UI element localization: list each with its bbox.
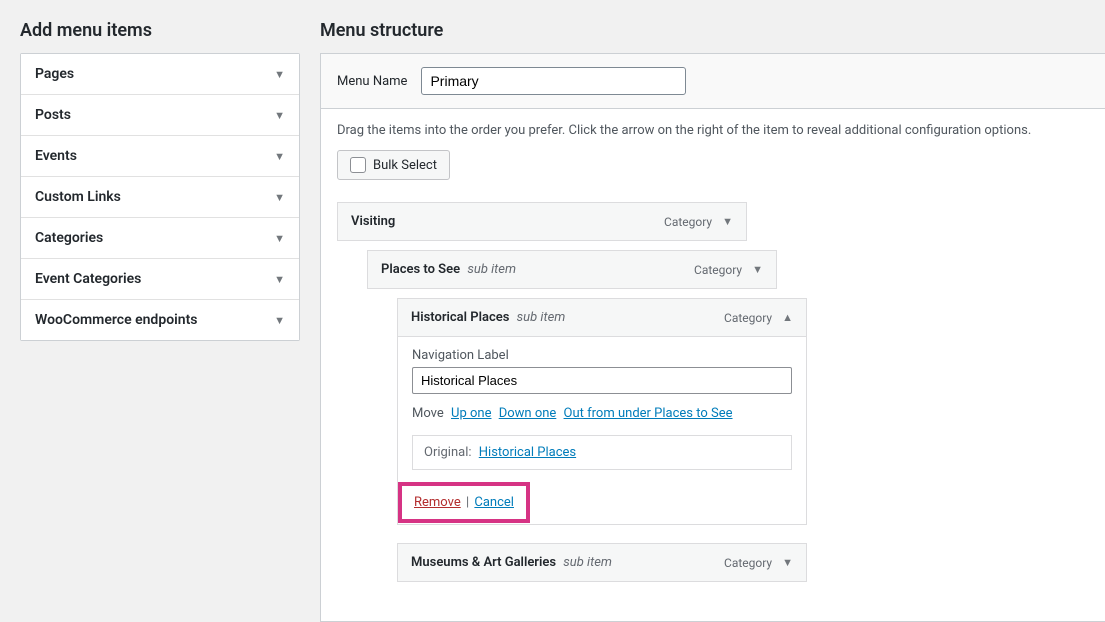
- separator: |: [466, 495, 469, 510]
- panel-label: Posts: [35, 107, 71, 123]
- chevron-down-icon: ▼: [274, 273, 285, 286]
- panel-label: Event Categories: [35, 271, 141, 287]
- menu-item-type: Category: [724, 311, 772, 325]
- menu-item-title: Historical Places: [411, 310, 509, 325]
- chevron-down-icon: ▼: [274, 314, 285, 327]
- chevron-up-icon[interactable]: ▲: [782, 311, 793, 324]
- original-link[interactable]: Historical Places: [479, 445, 576, 460]
- menu-item-museums-galleries[interactable]: Museums & Art Galleries sub item Categor…: [397, 543, 807, 582]
- chevron-down-icon[interactable]: ▼: [722, 215, 733, 228]
- panel-event-categories[interactable]: Event Categories ▼: [21, 259, 299, 299]
- panel-custom-links[interactable]: Custom Links ▼: [21, 177, 299, 217]
- sub-item-tag: sub item: [563, 555, 612, 570]
- menu-item-historical-places[interactable]: Historical Places sub item Category ▲: [397, 298, 807, 337]
- original-box: Original: Historical Places: [412, 435, 792, 470]
- menu-name-input[interactable]: [421, 67, 686, 95]
- chevron-down-icon[interactable]: ▼: [782, 556, 793, 569]
- sub-item-tag: sub item: [467, 262, 516, 277]
- menu-item-title: Visiting: [351, 214, 395, 229]
- menu-name-bar: Menu Name: [320, 53, 1105, 109]
- chevron-down-icon: ▼: [274, 191, 285, 204]
- bulk-select-checkbox[interactable]: [350, 157, 366, 173]
- menu-item-settings-panel: Navigation Label Move Up one Down one Ou…: [397, 337, 807, 525]
- menu-item-type: Category: [724, 556, 772, 570]
- panel-label: Custom Links: [35, 189, 121, 205]
- panel-events[interactable]: Events ▼: [21, 136, 299, 176]
- sub-item-tag: sub item: [517, 310, 566, 325]
- add-items-accordion: Pages ▼ Posts ▼ Events ▼ Custom Links ▼ Cate…: [20, 53, 300, 341]
- cancel-link[interactable]: Cancel: [474, 495, 514, 510]
- move-label: Move: [412, 406, 444, 421]
- menu-structure-heading: Menu structure: [320, 20, 1105, 41]
- instruction-text: Drag the items into the order you prefer…: [337, 123, 1089, 138]
- original-label: Original:: [424, 445, 472, 460]
- panel-pages[interactable]: Pages ▼: [21, 54, 299, 94]
- panel-label: WooCommerce endpoints: [35, 312, 197, 328]
- chevron-down-icon: ▼: [274, 109, 285, 122]
- remove-cancel-highlight: Remove | Cancel: [398, 482, 530, 523]
- bulk-select-label: Bulk Select: [373, 158, 437, 173]
- panel-label: Events: [35, 148, 77, 164]
- add-menu-items-heading: Add menu items: [20, 20, 300, 41]
- panel-categories[interactable]: Categories ▼: [21, 218, 299, 258]
- menu-item-visiting[interactable]: Visiting Category ▼: [337, 202, 747, 241]
- chevron-down-icon: ▼: [274, 232, 285, 245]
- move-down-one-link[interactable]: Down one: [499, 406, 557, 421]
- chevron-down-icon: ▼: [274, 150, 285, 163]
- menu-item-places-to-see[interactable]: Places to See sub item Category ▼: [367, 250, 777, 289]
- chevron-down-icon: ▼: [274, 68, 285, 81]
- move-out-from-under-link[interactable]: Out from under Places to See: [564, 406, 733, 421]
- menu-item-type: Category: [664, 215, 712, 229]
- panel-label: Pages: [35, 66, 74, 82]
- move-up-one-link[interactable]: Up one: [451, 406, 491, 421]
- panel-posts[interactable]: Posts ▼: [21, 95, 299, 135]
- move-controls: Move Up one Down one Out from under Plac…: [412, 406, 792, 421]
- nav-label-caption: Navigation Label: [412, 348, 792, 363]
- menu-item-title: Museums & Art Galleries: [411, 555, 556, 570]
- menu-item-type: Category: [694, 263, 742, 277]
- nav-label-input[interactable]: [412, 367, 792, 394]
- chevron-down-icon[interactable]: ▼: [752, 263, 763, 276]
- menu-name-label: Menu Name: [337, 74, 407, 89]
- bulk-select-button[interactable]: Bulk Select: [337, 150, 450, 180]
- panel-woocommerce-endpoints[interactable]: WooCommerce endpoints ▼: [21, 300, 299, 340]
- panel-label: Categories: [35, 230, 103, 246]
- remove-link[interactable]: Remove: [414, 495, 461, 510]
- menu-item-title: Places to See: [381, 262, 460, 277]
